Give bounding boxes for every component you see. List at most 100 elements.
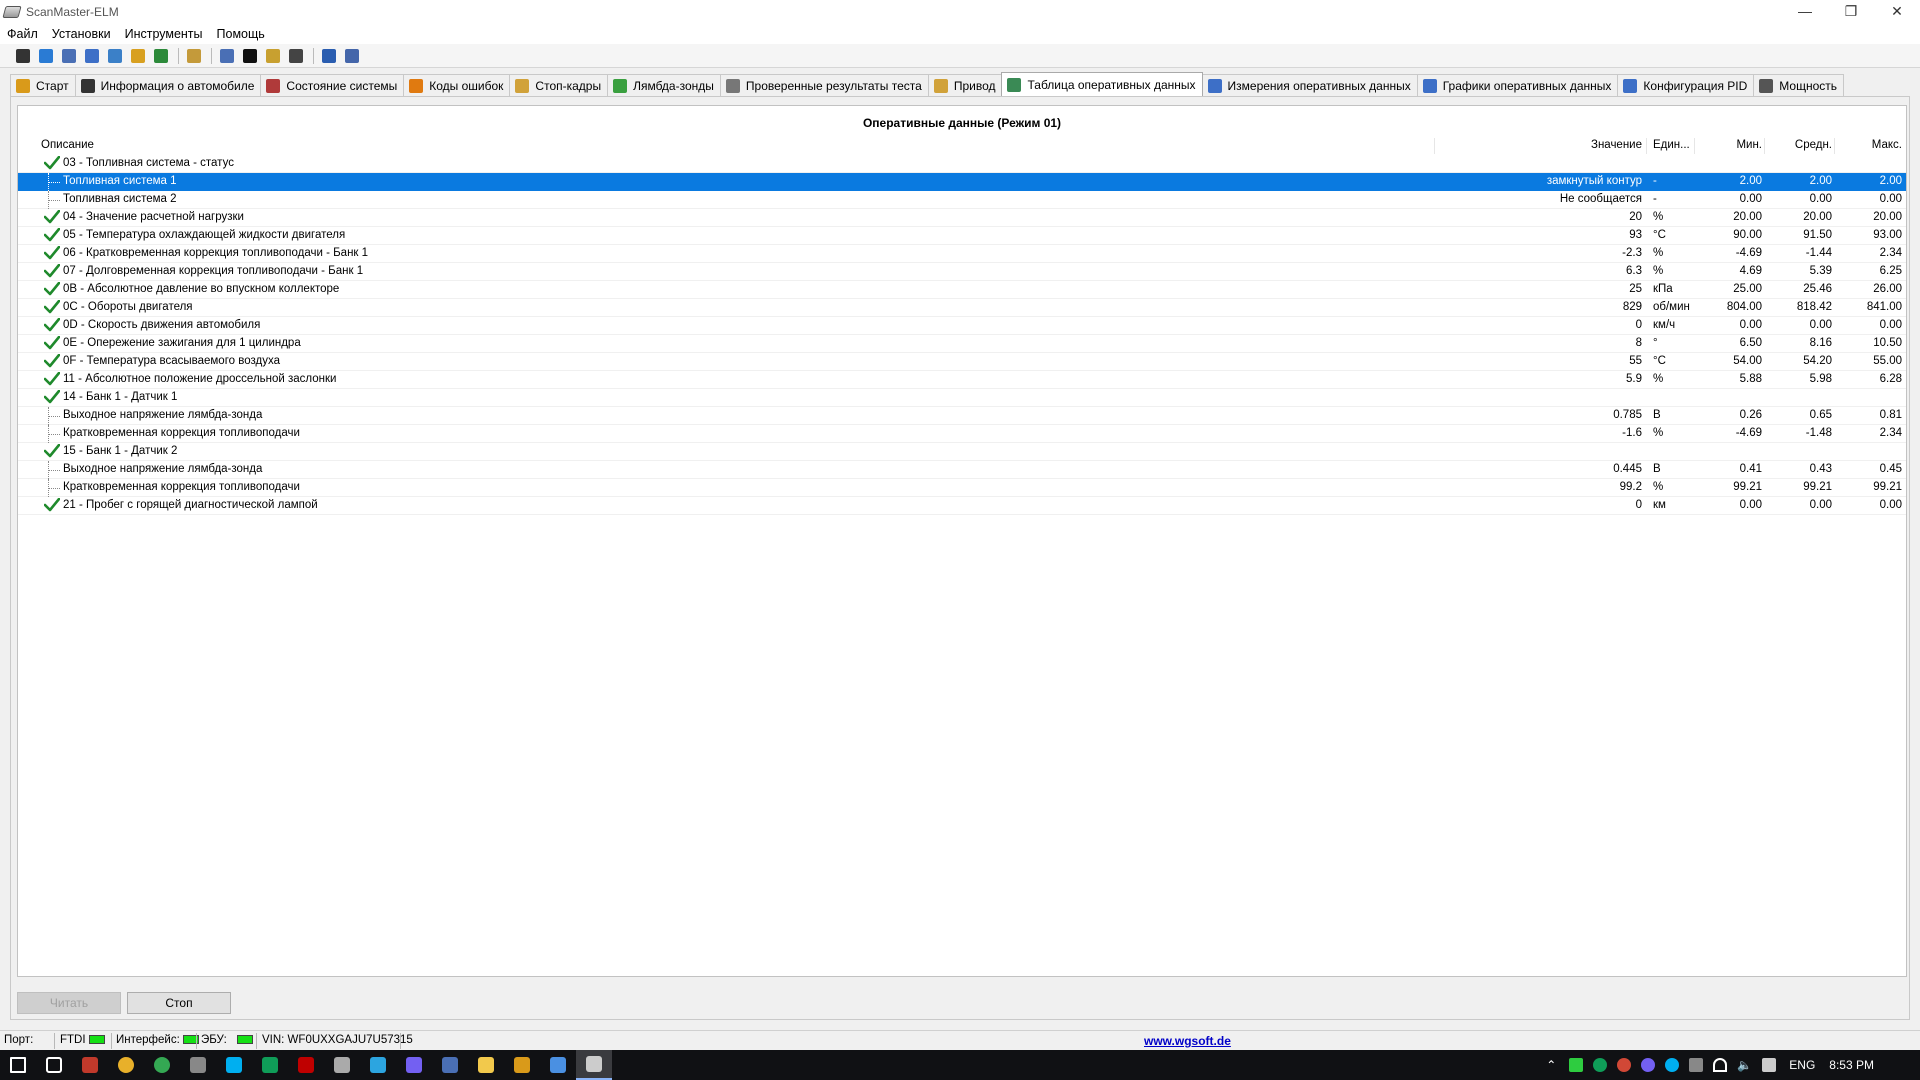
battery-icon[interactable]: [1689, 1058, 1704, 1072]
hangouts-tray-icon[interactable]: [1593, 1058, 1608, 1072]
gauge-toolbar-button[interactable]: [129, 47, 147, 65]
tray-expand-icon[interactable]: ⌃: [1546, 1058, 1556, 1072]
table-row[interactable]: 0D - Скорость движения автомобиля 0 км/ч 0.…: [18, 317, 1906, 335]
minimize-button[interactable]: —: [1782, 0, 1828, 22]
table-toolbar-button[interactable]: [83, 47, 101, 65]
close-button[interactable]: ✕: [1874, 0, 1920, 22]
volume-icon[interactable]: 🔈: [1737, 1058, 1752, 1072]
taskbar-button[interactable]: [216, 1050, 252, 1080]
taskbar-button[interactable]: [36, 1050, 72, 1080]
tab-1[interactable]: Информация о автомобиле: [74, 74, 262, 96]
table-row[interactable]: 0F - Температура всасываемого воздуха 55 °…: [18, 353, 1906, 371]
taskbar-button[interactable]: [252, 1050, 288, 1080]
table-row[interactable]: Топливная система 1 замкнутый контур - 2.00…: [18, 173, 1906, 191]
table-row[interactable]: 0B - Абсолютное давление во впускном кол…: [18, 281, 1906, 299]
globe-toolbar-button[interactable]: [37, 47, 55, 65]
live-data-panel: Оперативные данные (Режим 01) Описание З…: [10, 96, 1910, 1020]
row-max: 6.25: [1879, 265, 1902, 277]
tab-4[interactable]: Стоп-кадры: [509, 74, 609, 96]
table-row[interactable]: 15 - Банк 1 - Датчик 2: [18, 443, 1906, 461]
fuel-toolbar-button[interactable]: [152, 47, 170, 65]
tab-11[interactable]: Конфигурация PID: [1617, 74, 1755, 96]
wifi-icon[interactable]: [1713, 1058, 1728, 1072]
stop-button[interactable]: Стоп: [127, 992, 231, 1014]
tab-10[interactable]: Графики оперативных данных: [1416, 74, 1619, 96]
table-row[interactable]: 0E - Опережение зажигания для 1 цилиндра…: [18, 335, 1906, 353]
table-row[interactable]: 21 - Пробег с горящей диагностической ла…: [18, 497, 1906, 515]
tab-0[interactable]: Старт: [10, 74, 76, 96]
connect-toolbar-button[interactable]: [14, 47, 32, 65]
tab-9[interactable]: Измерения оперативных данных: [1201, 74, 1418, 96]
table-row[interactable]: Топливная система 2 Не сообщается - 0.00 0.0…: [18, 191, 1906, 209]
taskbar-button[interactable]: [324, 1050, 360, 1080]
info-toolbar-button[interactable]: [320, 47, 338, 65]
restore-button[interactable]: ❐: [1828, 0, 1874, 22]
taskbar-button[interactable]: [288, 1050, 324, 1080]
chart-toolbar-button[interactable]: [106, 47, 124, 65]
taskbar-button[interactable]: [108, 1050, 144, 1080]
tab-12[interactable]: Мощность: [1753, 74, 1845, 96]
tab-8[interactable]: Таблица оперативных данных: [1001, 72, 1203, 96]
menu-settings[interactable]: Установки: [45, 27, 118, 41]
taskbar-button[interactable]: [504, 1050, 540, 1080]
tab-6[interactable]: Проверенные результаты теста: [719, 74, 929, 96]
skype-icon: [226, 1057, 242, 1073]
viber-tray-icon[interactable]: [1641, 1058, 1656, 1072]
terminal-toolbar-button[interactable]: [241, 47, 259, 65]
monitor-toolbar-button[interactable]: [218, 47, 236, 65]
menu-file[interactable]: Файл: [0, 27, 45, 41]
disc-toolbar-button[interactable]: [287, 47, 305, 65]
tab-5[interactable]: Лямбда-зонды: [607, 74, 721, 96]
battery-toolbar-button[interactable]: [264, 47, 282, 65]
taskbar-button[interactable]: [72, 1050, 108, 1080]
menu-tools[interactable]: Инструменты: [118, 27, 210, 41]
row-min: 804.00: [1726, 301, 1762, 313]
taskbar-button[interactable]: [144, 1050, 180, 1080]
header-max[interactable]: Макс.: [1872, 139, 1902, 151]
flag-icon[interactable]: [1569, 1058, 1584, 1072]
header-value[interactable]: Значение: [1591, 139, 1642, 151]
taskbar-button[interactable]: [468, 1050, 504, 1080]
header-min[interactable]: Мин.: [1736, 139, 1762, 151]
clipboard-toolbar-button[interactable]: [185, 47, 203, 65]
taskbar-button[interactable]: [540, 1050, 576, 1080]
table-row[interactable]: 03 - Топливная система - статус: [18, 155, 1906, 173]
app-tray-icon[interactable]: [1617, 1058, 1632, 1072]
tab-2[interactable]: Состояние системы: [260, 74, 405, 96]
live-data-grid[interactable]: Оперативные данные (Режим 01) Описание З…: [17, 105, 1907, 977]
table-row[interactable]: 07 - Долговременная коррекция топливопод…: [18, 263, 1906, 281]
skype-tray-icon[interactable]: [1665, 1058, 1680, 1072]
table-row[interactable]: 0C - Обороты двигателя 829 об/мин 804.00 818…: [18, 299, 1906, 317]
table-row[interactable]: 06 - Кратковременная коррекция топливопо…: [18, 245, 1906, 263]
connect-icon: [16, 48, 30, 63]
taskbar-button[interactable]: [0, 1050, 36, 1080]
taskbar-button[interactable]: [432, 1050, 468, 1080]
gear-icon: [725, 78, 740, 93]
read-button[interactable]: Читать: [17, 992, 121, 1014]
table-row[interactable]: 11 - Абсолютное положение дроссельной за…: [18, 371, 1906, 389]
table-row[interactable]: 14 - Банк 1 - Датчик 1: [18, 389, 1906, 407]
table-row[interactable]: Кратковременная коррекция топливоподачи -…: [18, 425, 1906, 443]
clock[interactable]: 8:53 PM: [1829, 1058, 1874, 1072]
header-avg[interactable]: Средн.: [1795, 139, 1832, 151]
notification-icon[interactable]: [1762, 1058, 1777, 1072]
taskbar-button[interactable]: [180, 1050, 216, 1080]
row-min: -4.69: [1735, 247, 1762, 259]
tab-3[interactable]: Коды ошибок: [403, 74, 511, 96]
table-row[interactable]: Выходное напряжение лямбда-зонда 0.785 В 0.…: [18, 407, 1906, 425]
table-row[interactable]: Выходное напряжение лямбда-зонда 0.445 В 0.…: [18, 461, 1906, 479]
header-unit[interactable]: Един...: [1653, 139, 1690, 151]
document-toolbar-button[interactable]: [60, 47, 78, 65]
taskbar-button[interactable]: [360, 1050, 396, 1080]
menu-help[interactable]: Помощь: [210, 27, 272, 41]
taskbar-button[interactable]: [576, 1050, 612, 1080]
header-description[interactable]: Описание: [41, 139, 94, 151]
book-toolbar-button[interactable]: [343, 47, 361, 65]
table-row[interactable]: 04 - Значение расчетной нагрузки 20% 20.00…: [18, 209, 1906, 227]
table-row[interactable]: 05 - Температура охлаждающей жидкости дв…: [18, 227, 1906, 245]
language-indicator[interactable]: ENG: [1789, 1058, 1815, 1072]
tab-7[interactable]: Привод: [927, 74, 1003, 96]
website-link[interactable]: www.wgsoft.de: [1144, 1034, 1231, 1048]
taskbar-button[interactable]: [396, 1050, 432, 1080]
table-row[interactable]: Кратковременная коррекция топливоподачи 9…: [18, 479, 1906, 497]
